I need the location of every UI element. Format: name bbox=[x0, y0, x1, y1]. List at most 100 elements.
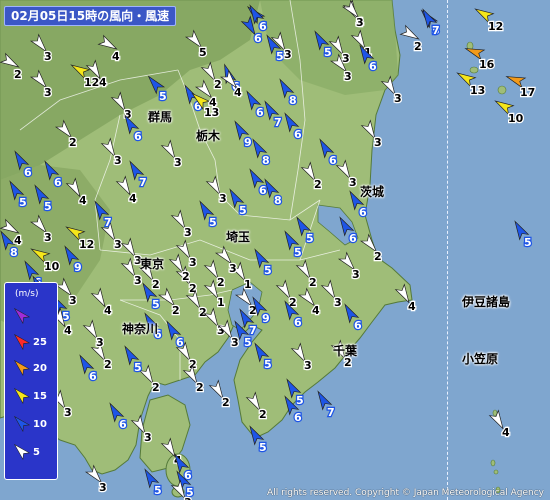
wind-speed-label: 12 bbox=[84, 76, 99, 89]
legend-label-20: 20 bbox=[33, 363, 47, 374]
label-izu: 伊豆諸島 bbox=[462, 295, 511, 309]
wind-speed-label: 3 bbox=[134, 274, 142, 287]
wind-speed-label: 2 bbox=[214, 78, 222, 91]
wind-speed-label: 4 bbox=[129, 192, 137, 205]
wind-speed-label: 3 bbox=[394, 92, 402, 105]
wind-speed-label: 16 bbox=[479, 58, 495, 71]
wind-speed-label: 3 bbox=[219, 192, 227, 205]
wind-speed-label: 5 bbox=[259, 441, 267, 454]
wind-speed-label: 2 bbox=[182, 270, 190, 283]
wind-speed-label: 2 bbox=[104, 358, 112, 371]
wind-speed-label: 3 bbox=[344, 70, 352, 83]
legend-arrow bbox=[13, 307, 31, 325]
wind-speed-label: 3 bbox=[96, 336, 104, 349]
wind-speed-label: 4 bbox=[209, 96, 217, 109]
map-canvas: 6453455312663612161317102452348637326134… bbox=[0, 0, 550, 500]
wind-speed-label: 8 bbox=[10, 246, 18, 259]
wind-speed-label: 3 bbox=[174, 156, 182, 169]
wind-speed-label: 6 bbox=[176, 336, 184, 349]
wind-speed-label: 3 bbox=[334, 296, 342, 309]
wind-map: 6453455312663612161317102452348637326134… bbox=[0, 0, 550, 500]
wind-speed-label: 7 bbox=[432, 24, 440, 37]
wind-speed-label: 6 bbox=[134, 130, 142, 143]
wind-speed-label: 3 bbox=[44, 86, 52, 99]
wind-speed-label: 3 bbox=[114, 238, 122, 251]
wind-speed-label: 3 bbox=[356, 16, 364, 29]
wind-speed-label: 5 bbox=[264, 264, 272, 277]
wind-speed-label: 5 bbox=[244, 336, 252, 349]
wind-speed-label: 3 bbox=[44, 50, 52, 63]
wind-speed-label: 4 bbox=[408, 300, 416, 313]
wind-speed-label: 6 bbox=[119, 418, 127, 431]
wind-speed-label: 5 bbox=[134, 361, 142, 374]
copyright-notice: All rights reserved. Copyright © Japan M… bbox=[267, 488, 544, 498]
wind-speed-label: 8 bbox=[274, 194, 282, 207]
wind-speed-label: 6 bbox=[354, 319, 362, 332]
wind-speed-label: 6 bbox=[254, 32, 262, 45]
panel-divider bbox=[447, 0, 449, 500]
wind-speed-label: 5 bbox=[324, 46, 332, 59]
wind-speed-label: 2 bbox=[14, 68, 22, 81]
wind-speed-label: 2 bbox=[374, 250, 382, 263]
wind-speed-label: 1 bbox=[244, 278, 252, 291]
wind-speed-label: 3 bbox=[69, 294, 77, 307]
wind-speed-label: 5 bbox=[209, 216, 217, 229]
wind-speed-label: 2 bbox=[69, 136, 77, 149]
wind-speed-label: 13 bbox=[470, 84, 485, 97]
wind-speed-label: 6 bbox=[359, 206, 367, 219]
wind-speed-label: 12 bbox=[79, 238, 94, 251]
wind-speed-label: 5 bbox=[296, 394, 304, 407]
wind-speed-label: 7 bbox=[104, 216, 112, 229]
wind-speed-label: 3 bbox=[189, 256, 197, 269]
wind-speed-label: 5 bbox=[154, 484, 162, 497]
wind-speed-label: 2 bbox=[314, 178, 322, 191]
wind-speed-label: 4 bbox=[234, 86, 242, 99]
legend-row-25: 25 bbox=[5, 333, 57, 357]
wind-speed-label: 2 bbox=[199, 306, 207, 319]
label-saitama: 埼玉 bbox=[226, 230, 251, 244]
wind-speed-label: 4 bbox=[312, 304, 320, 317]
wind-speed-label: 7 bbox=[327, 406, 335, 419]
wind-speed-label: 5 bbox=[524, 236, 532, 249]
label-ogasawara: 小笠原 bbox=[462, 352, 499, 366]
wind-speed-label: 5 bbox=[152, 298, 160, 311]
wind-speed-label: 9 bbox=[74, 261, 82, 274]
wind-speed-label: 2 bbox=[217, 276, 225, 289]
wind-speed-label: 3 bbox=[99, 481, 107, 494]
wind-speed-label: 12 bbox=[488, 20, 503, 33]
wind-speed-label: 3 bbox=[284, 48, 292, 61]
label-gunma: 群馬 bbox=[148, 110, 173, 124]
wind-speed-label: 3 bbox=[229, 262, 237, 275]
wind-speed-label: 5 bbox=[276, 50, 284, 63]
legend-row-20: 20 bbox=[5, 359, 57, 383]
wind-speed-label: 4 bbox=[104, 304, 112, 317]
wind-speed-label: 5 bbox=[19, 196, 27, 209]
speed-legend: (m/s) 25 20 15 10 5 bbox=[4, 282, 58, 480]
wind-speed-label: 8 bbox=[289, 94, 297, 107]
wind-speed-label: 2 bbox=[196, 381, 204, 394]
wind-speed-label: 6 bbox=[54, 176, 62, 189]
map-title: 02月05日15時の風向・風速 bbox=[4, 6, 177, 26]
legend-row-10: 10 bbox=[5, 415, 57, 439]
wind-speed-label: 10 bbox=[44, 260, 60, 273]
legend-label-5: 5 bbox=[33, 447, 40, 458]
label-chiba: 千葉 bbox=[333, 344, 358, 358]
wind-speed-label: 2 bbox=[309, 276, 317, 289]
wind-speed-label: 3 bbox=[184, 226, 192, 239]
wind-speed-label: 6 bbox=[89, 370, 97, 383]
wind-speed-label: 6 bbox=[369, 60, 377, 73]
wind-speed-label: 6 bbox=[256, 106, 264, 119]
wind-speed-label: 6 bbox=[294, 128, 302, 141]
wind-speed-label: 2 bbox=[259, 408, 267, 421]
wind-speed-label: 2 bbox=[172, 304, 180, 317]
legend-label-15: 15 bbox=[33, 391, 47, 402]
wind-speed-label: 5 bbox=[44, 200, 52, 213]
wind-speed-label: 3 bbox=[144, 431, 152, 444]
wind-speed-label: 3 bbox=[342, 52, 350, 65]
wind-speed-label: 6 bbox=[329, 154, 337, 167]
wind-speed-label: 4 bbox=[99, 76, 107, 89]
wind-speed-label: 4 bbox=[64, 324, 72, 337]
wind-speed-label: 3 bbox=[184, 496, 192, 500]
wind-speed-label: 7 bbox=[139, 176, 147, 189]
wind-speed-label: 3 bbox=[64, 406, 72, 419]
